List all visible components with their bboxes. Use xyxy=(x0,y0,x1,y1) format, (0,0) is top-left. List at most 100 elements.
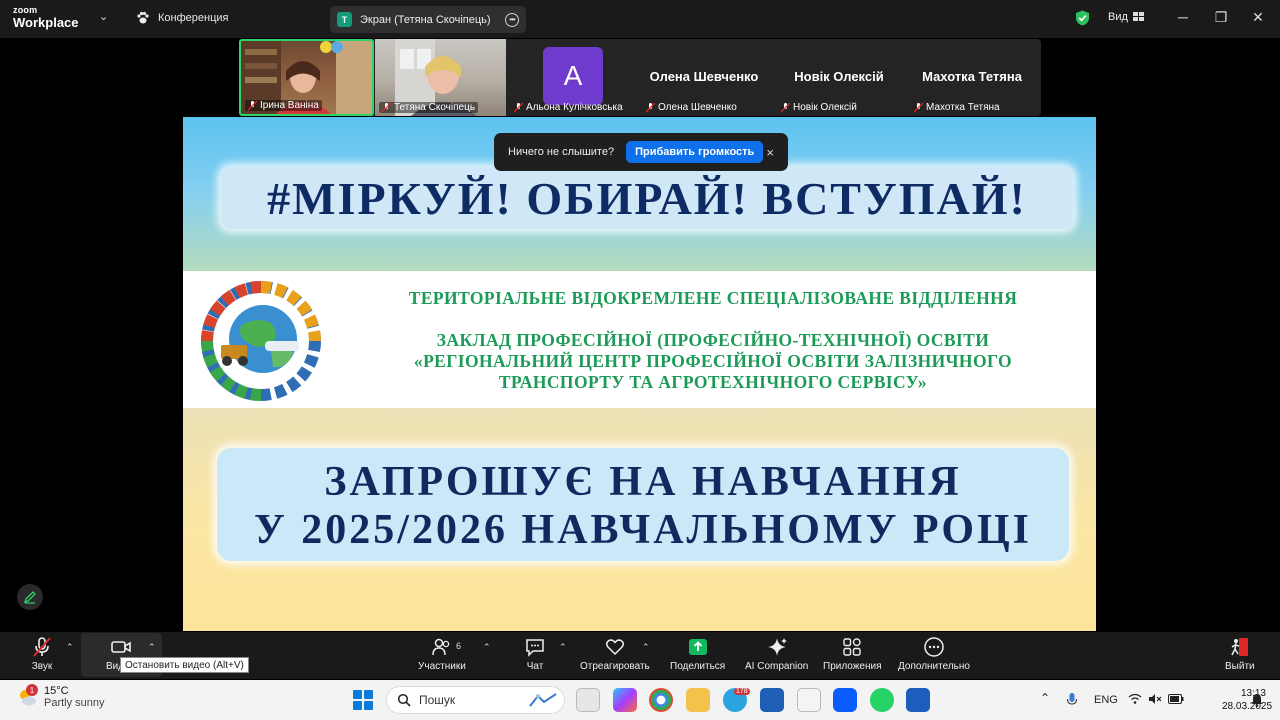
battery-icon[interactable] xyxy=(1168,694,1184,704)
more-label: Дополнительно xyxy=(898,661,970,672)
chat-button[interactable]: Чат xyxy=(524,636,546,672)
grid-icon xyxy=(1132,12,1144,21)
participant-tile[interactable]: A Альона Кулічковська xyxy=(507,39,639,116)
leave-button[interactable]: Выйти xyxy=(1225,636,1255,672)
participants-count: 6 xyxy=(456,641,462,651)
audio-button[interactable]: Звук xyxy=(31,636,53,672)
slide-org-band: ТЕРИТОРІАЛЬНЕ ВІДОКРЕМЛЕНЕ СПЕЦІАЛІЗОВАН… xyxy=(183,271,1096,408)
leave-icon xyxy=(1231,638,1248,656)
mic-off-icon xyxy=(248,100,257,110)
slide-slogan: #МІРКУЙ! ОБИРАЙ! ВСТУПАЙ! xyxy=(221,167,1073,229)
participant-name: Олена Шевченко xyxy=(643,102,740,113)
participants-label: Участники xyxy=(418,661,466,672)
org-line3: «РЕГІОНАЛЬНИЙ ЦЕНТР ПРОФЕСІЙНОЇ ОСВІТИ З… xyxy=(413,351,1013,371)
more-icon xyxy=(924,637,944,657)
language-indicator[interactable]: ENG xyxy=(1094,694,1118,706)
participant-name: Тетяна Скочіпець xyxy=(379,102,479,113)
weather-widget[interactable]: 1 15°C Partly sunny xyxy=(16,684,105,709)
chevron-up-icon[interactable]: ⌃ xyxy=(559,642,567,653)
heart-icon xyxy=(605,639,624,656)
org-line4: ТРАНСПОРТУ ТА АГРОТЕХНІЧНОГО СЕРВІСУ» xyxy=(498,372,928,392)
copilot-icon[interactable] xyxy=(613,688,637,712)
participant-tile[interactable]: Олена Шевченко Олена Шевченко xyxy=(639,39,769,116)
wifi-icon[interactable] xyxy=(1128,693,1142,705)
file-explorer-icon[interactable] xyxy=(686,688,710,712)
minimize-icon[interactable]: ─ xyxy=(1173,9,1193,25)
mic-muted-icon xyxy=(33,637,51,657)
react-button[interactable]: Отреагировать xyxy=(580,636,650,672)
snipping-tool-icon[interactable] xyxy=(797,688,821,712)
ai-companion-label: AI Companion xyxy=(745,661,809,672)
chrome-icon[interactable] xyxy=(649,688,673,712)
sharer-avatar: Т xyxy=(337,12,352,27)
chevron-down-icon[interactable]: ⌄ xyxy=(99,10,108,23)
zoom-workplace-logo[interactable]: zoom Workplace xyxy=(13,6,79,30)
share-screen-icon xyxy=(688,639,707,655)
share-label: Экран (Тетяна Скочіпець) xyxy=(360,13,491,26)
screen-share-indicator[interactable]: Т Экран (Тетяна Скочіпець) ••• xyxy=(330,6,526,33)
close-icon[interactable]: × xyxy=(766,145,774,160)
shield-check-icon[interactable] xyxy=(1075,10,1090,26)
share-label: Поделиться xyxy=(670,661,726,672)
organization-name: ТЕРИТОРІАЛЬНЕ ВІДОКРЕМЛЕНЕ СПЕЦІАЛІЗОВАН… xyxy=(343,288,1083,393)
view-button[interactable]: Вид xyxy=(1108,11,1145,23)
video-tooltip: Остановить видео (Alt+V) xyxy=(120,657,249,673)
participant-tile[interactable]: Махотка Тетяна Махотка Тетяна xyxy=(907,39,1037,116)
chevron-up-icon[interactable]: ⌃ xyxy=(148,642,156,653)
meeting-info[interactable]: Конференция xyxy=(136,11,228,25)
apps-button[interactable]: Приложения xyxy=(823,636,882,672)
volume-muted-icon[interactable] xyxy=(1148,693,1162,705)
ai-companion-button[interactable]: AI Companion xyxy=(745,636,808,672)
toast-message: Ничего не слышите? xyxy=(508,146,615,158)
mic-off-icon xyxy=(514,102,523,112)
participant-display-name: Махотка Тетяна xyxy=(922,69,1022,84)
annotate-button[interactable] xyxy=(17,584,43,610)
chevron-up-icon[interactable]: ⌃ xyxy=(1040,691,1050,705)
participants-icon xyxy=(432,638,450,656)
sparkle-icon xyxy=(767,638,787,656)
task-view-icon[interactable] xyxy=(576,688,600,712)
participant-name: Альона Кулічковська xyxy=(511,102,626,113)
apps-icon xyxy=(843,638,861,656)
increase-volume-button[interactable]: Прибавить громкость xyxy=(626,141,764,163)
pencil-icon xyxy=(23,591,36,604)
chevron-up-icon[interactable]: ⌃ xyxy=(66,642,74,653)
share-button[interactable]: Поделиться xyxy=(670,636,725,672)
audio-toast: Ничего не слышите? Прибавить громкость × xyxy=(494,133,788,171)
word-icon[interactable] xyxy=(906,688,930,712)
more-icon[interactable]: ••• xyxy=(505,12,519,27)
mic-off-icon xyxy=(646,102,655,112)
weather-badge: 1 xyxy=(26,684,38,696)
windows-start-icon[interactable] xyxy=(353,690,373,710)
participant-name: Ірина Ваніна xyxy=(245,100,322,111)
restore-icon[interactable]: ❐ xyxy=(1211,9,1231,26)
chevron-up-icon[interactable]: ⌃ xyxy=(483,642,491,653)
mic-off-icon xyxy=(382,102,391,112)
invitation-line1: ЗАПРОШУЄ НА НАВЧАННЯ xyxy=(324,459,962,505)
chat-label: Чат xyxy=(526,661,544,672)
audio-label: Звук xyxy=(31,661,53,672)
participant-tile[interactable]: Ірина Ваніна xyxy=(239,39,374,116)
participant-tile[interactable]: Тетяна Скочіпець xyxy=(375,39,506,116)
telegram-badge: 178 xyxy=(734,688,750,695)
taskbar-search[interactable]: Пошук xyxy=(386,686,565,714)
slide-bottom-band: ЗАПРОШУЄ НА НАВЧАННЯ У 2025/2026 НАВЧАЛЬ… xyxy=(183,408,1096,631)
participant-name: Махотка Тетяна xyxy=(911,102,1003,113)
chevron-up-icon[interactable]: ⌃ xyxy=(642,642,650,653)
store-icon[interactable] xyxy=(760,688,784,712)
windows-taskbar: 1 15°C Partly sunny Пошук 178 ⌃ ENG 13:1… xyxy=(0,680,1280,720)
shared-screen: #МІРКУЙ! ОБИРАЙ! ВСТУПАЙ! ТЕРИТОРІАЛЬНЕ … xyxy=(183,117,1096,631)
zoom-icon[interactable] xyxy=(833,688,857,712)
whatsapp-icon[interactable] xyxy=(870,688,894,712)
participant-tile[interactable]: Новік Олексій Новік Олексій xyxy=(774,39,904,116)
meeting-title: Конференция xyxy=(158,12,229,24)
mic-off-icon xyxy=(781,102,790,112)
mic-off-icon xyxy=(914,102,923,112)
participant-name: Новік Олексій xyxy=(778,102,860,113)
microphone-icon[interactable] xyxy=(1066,692,1078,708)
more-button[interactable]: Дополнительно xyxy=(898,636,970,672)
avatar: A xyxy=(543,47,603,105)
close-icon[interactable]: ✕ xyxy=(1248,9,1268,26)
view-label: Вид xyxy=(1108,11,1128,23)
notification-bell-icon[interactable] xyxy=(1251,693,1263,707)
